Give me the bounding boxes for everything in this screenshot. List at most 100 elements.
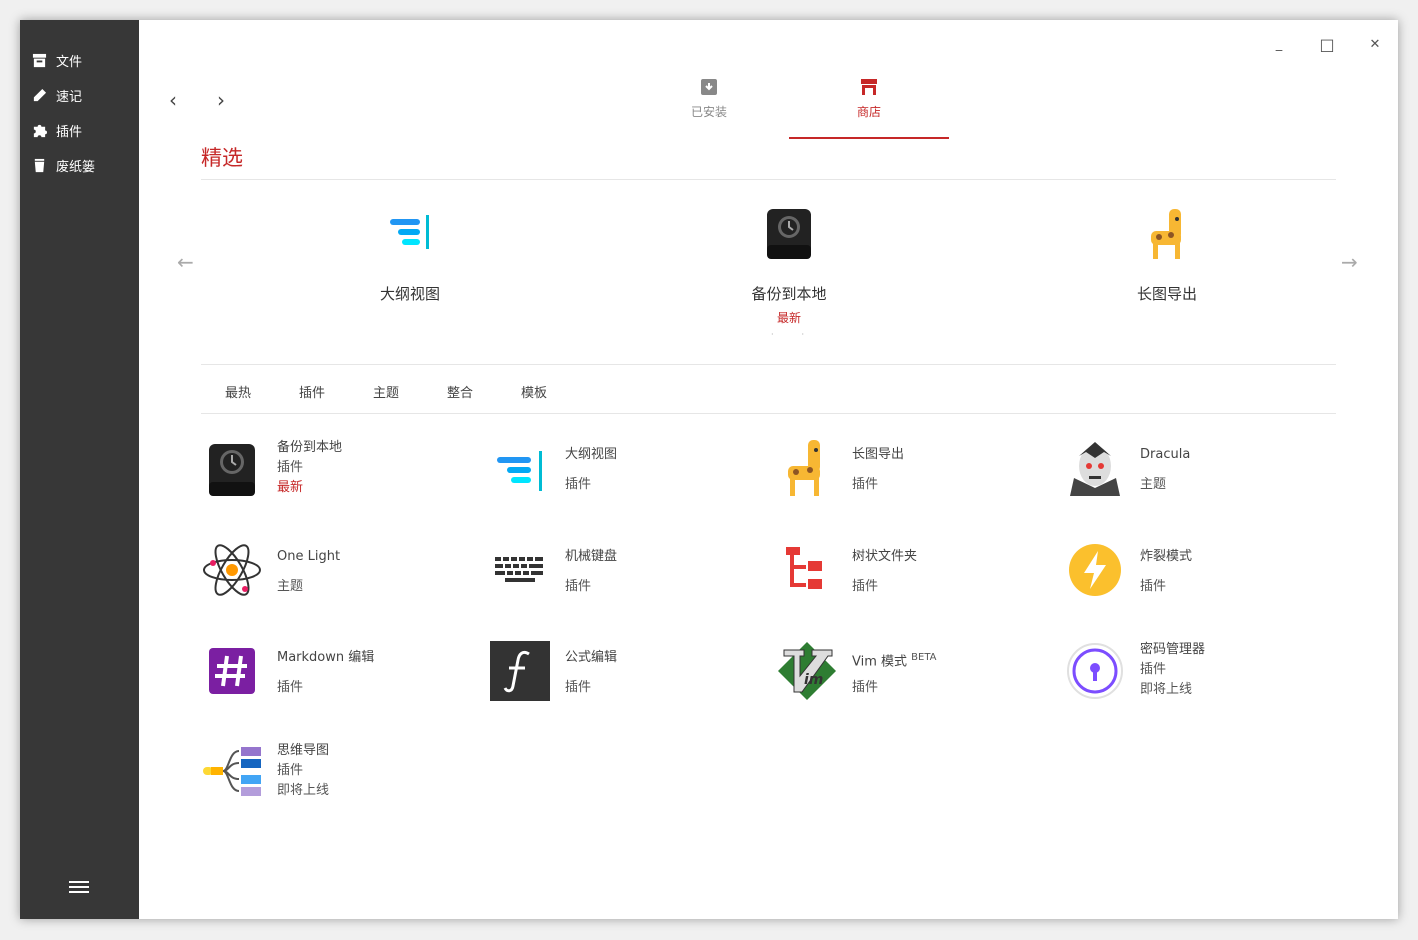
list-item[interactable]: Markdown 编辑 插件 (201, 640, 471, 704)
item-type: 插件 (277, 460, 304, 475)
hash-icon (209, 648, 255, 694)
item-name: Dracula (1140, 447, 1191, 462)
mindmap-icon (203, 747, 261, 796)
category-integrations[interactable]: 整合 (447, 382, 473, 401)
dracula-icon (1070, 442, 1120, 496)
item-name: Vim 模式 BETA (852, 648, 937, 678)
list-item[interactable]: 树状文件夹 插件 (776, 539, 1046, 603)
sidebar-item-notes[interactable]: 速记 (32, 84, 132, 106)
item-type: 插件 (1140, 579, 1167, 594)
backup-drive-icon (209, 444, 255, 496)
list-item[interactable]: 大纲视图 插件 (489, 443, 759, 507)
sidebar-item-label: 废纸篓 (56, 159, 96, 175)
item-type: 插件 (852, 579, 879, 594)
item-type: 插件 (1140, 662, 1167, 677)
item-type: 插件 (852, 680, 879, 695)
tree-folder-icon (786, 547, 822, 589)
giraffe-icon (788, 440, 820, 496)
divider (201, 364, 1336, 365)
category-plugins[interactable]: 插件 (299, 382, 325, 401)
tab-store[interactable]: 商店 (789, 75, 949, 139)
maximize-button[interactable]: □ (1315, 32, 1339, 56)
item-status: 最新 (277, 480, 304, 495)
item-name: 公式编辑 (565, 650, 618, 665)
item-type: 插件 (277, 763, 304, 778)
sidebar-item-plugins[interactable]: 插件 (32, 119, 132, 141)
minimize-button[interactable]: _ (1267, 32, 1291, 56)
category-themes[interactable]: 主题 (373, 382, 399, 401)
item-type: 插件 (277, 680, 304, 695)
list-item[interactable]: 备份到本地 插件 最新 (201, 438, 471, 502)
item-name: 密码管理器 (1140, 642, 1206, 657)
lightning-icon (1069, 544, 1121, 596)
atom-icon (203, 544, 261, 596)
item-name-text: Vim 模式 (852, 654, 908, 670)
featured-item-outline[interactable]: 大纲视图 (290, 205, 530, 309)
featured-badge: 最新 (776, 311, 801, 325)
item-name: Markdown 编辑 (277, 650, 375, 665)
keyboard-icon (495, 557, 543, 582)
forward-button[interactable]: › (211, 88, 231, 112)
close-button[interactable]: ✕ (1363, 32, 1387, 56)
giraffe-icon (1151, 209, 1181, 259)
list-item[interactable]: 公式编辑 插件 (489, 640, 759, 704)
list-item[interactable]: Dracula 主题 (1064, 438, 1334, 502)
item-name: 长图导出 (852, 447, 905, 462)
keyhole-icon (1067, 643, 1123, 699)
list-item[interactable]: 机械键盘 插件 (489, 539, 759, 603)
item-name: 思维导图 (277, 743, 330, 758)
sidebar-item-files[interactable]: 文件 (32, 49, 132, 71)
list-item[interactable]: One Light 主题 (201, 539, 471, 603)
featured-item-giraffe[interactable]: 长图导出 (1047, 205, 1287, 309)
beta-badge: BETA (911, 652, 937, 663)
item-name: 大纲视图 (565, 447, 618, 462)
backup-drive-icon (767, 209, 811, 259)
featured-label: 长图导出 (1136, 285, 1197, 303)
list-item[interactable]: 密码管理器插件即将上线 (1064, 640, 1334, 704)
item-name: 炸裂模式 (1140, 549, 1193, 564)
vim-icon: im (778, 642, 836, 700)
item-type: 主题 (277, 579, 304, 594)
item-status: 即将上线 (1140, 682, 1193, 697)
item-name: One Light (277, 549, 341, 564)
featured-item-backup[interactable]: 备份到本地 最新 (669, 205, 909, 326)
carousel-prev-button[interactable]: ← (177, 250, 194, 274)
item-name: 备份到本地 (277, 440, 343, 455)
tab-installed[interactable]: 已安装 (629, 75, 789, 139)
category-templates[interactable]: 模板 (521, 382, 547, 401)
featured-label: 备份到本地 (751, 285, 827, 303)
back-button[interactable]: ‹ (163, 88, 183, 112)
list-item[interactable]: im Vim 模式 BETA 插件 (776, 640, 1046, 704)
puzzle-icon (33, 124, 47, 137)
category-hot[interactable]: 最热 (225, 382, 251, 401)
svg-text:im: im (804, 672, 823, 688)
item-type: 插件 (852, 477, 879, 492)
item-type: 插件 (565, 579, 592, 594)
sidebar-item-label: 速记 (56, 89, 83, 105)
item-type: 插件 (565, 477, 592, 492)
carousel-dots: ·· (771, 330, 833, 339)
outline-icon (390, 215, 429, 249)
archive-icon (32, 53, 47, 67)
carousel-next-button[interactable]: → (1341, 250, 1358, 274)
item-name: 机械键盘 (565, 549, 618, 564)
item-type: 插件 (565, 680, 592, 695)
featured-label: 大纲视图 (379, 285, 440, 303)
item-name: 树状文件夹 (852, 549, 918, 564)
sidebar-item-label: 文件 (56, 54, 83, 70)
divider (201, 413, 1336, 414)
sidebar-item-label: 插件 (56, 124, 83, 140)
sidebar-item-trash[interactable]: 废纸篓 (32, 154, 132, 176)
pencil-icon (33, 88, 47, 101)
download-box-icon (701, 79, 717, 95)
list-item[interactable]: 长图导出 插件 (776, 438, 1046, 502)
tab-label: 已安装 (690, 105, 727, 119)
hamburger-icon[interactable] (69, 881, 89, 897)
sidebar: 文件 速记 插件 废纸篓 (20, 20, 139, 919)
list-item[interactable]: 炸裂模式 插件 (1064, 539, 1334, 603)
main-panel: _ □ ✕ ‹ › 已安装 商店 精选 ← → 大纲视图 备份到本地 最新 长图… (139, 20, 1398, 919)
function-icon (490, 641, 550, 701)
list-item[interactable]: 思维导图 插件 即将上线 (201, 741, 471, 805)
divider (201, 179, 1336, 180)
item-type: 主题 (1140, 477, 1167, 492)
